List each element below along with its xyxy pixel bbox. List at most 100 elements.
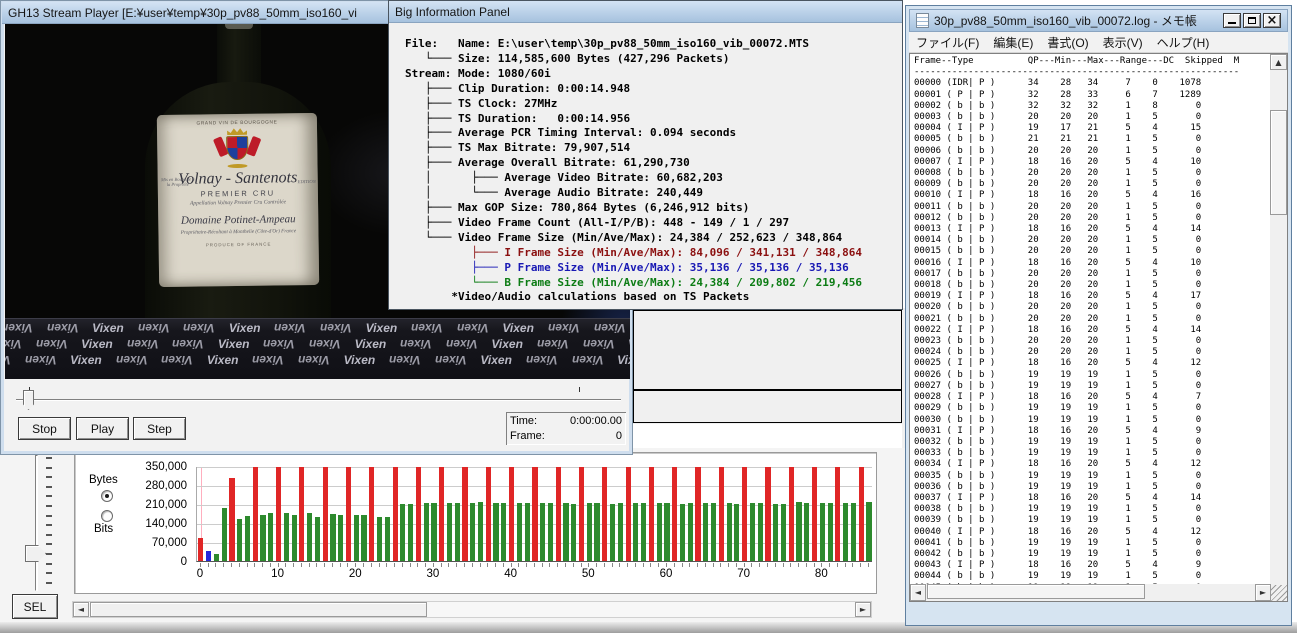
chart-bar bbox=[423, 503, 429, 561]
vertical-zoom-slider-track[interactable] bbox=[35, 455, 38, 591]
axis-tick bbox=[238, 563, 240, 567]
axis-tick bbox=[355, 563, 357, 567]
chart-bar bbox=[314, 516, 320, 561]
info-line: Stream: Mode: 1080/60i bbox=[405, 66, 551, 80]
info-line: File: Name: E:\user\temp\30p_pv88_50mm_i… bbox=[405, 37, 809, 50]
info-line: ├─── TS Duration: 0:00:14.956 bbox=[405, 111, 631, 125]
axis-tick bbox=[487, 563, 489, 567]
vixen-text: Vixen bbox=[365, 321, 398, 335]
chart-bar bbox=[610, 504, 616, 561]
step-button[interactable]: Step bbox=[133, 417, 186, 440]
axis-tick bbox=[650, 563, 652, 567]
menu-format[interactable]: 書式(O) bbox=[1040, 34, 1095, 51]
seek-slider-thumb[interactable] bbox=[23, 390, 34, 410]
axis-tick bbox=[759, 563, 761, 567]
bytes-radio[interactable] bbox=[101, 490, 113, 502]
axis-tick bbox=[370, 563, 372, 567]
y-tick-label: 210,000 bbox=[145, 499, 187, 511]
chart-bar bbox=[571, 504, 577, 561]
chart-bar bbox=[206, 551, 212, 561]
notepad-vertical-scrollbar[interactable]: ▲ ▼ bbox=[1270, 54, 1287, 601]
sel-button[interactable]: SEL bbox=[12, 594, 58, 619]
x-tick-label: 60 bbox=[659, 568, 673, 580]
vixen-text: Vixen bbox=[456, 321, 489, 335]
info-panel-titlebar[interactable]: Big Information Panel bbox=[389, 1, 902, 23]
info-line: ├─── P Frame Size (Min/Ave/Max): 35,136 … bbox=[405, 260, 849, 274]
x-tick-label: 40 bbox=[504, 568, 518, 580]
info-line: └─── Size: 114,585,600 Bytes (427,296 Pa… bbox=[405, 51, 730, 65]
chart-bar bbox=[221, 508, 227, 561]
axis-tick bbox=[844, 563, 846, 567]
notepad-horizontal-scrollbar[interactable]: ◄ ► bbox=[910, 584, 1271, 601]
chart-bar bbox=[291, 514, 297, 561]
info-line: *Video/Audio calculations based on TS Pa… bbox=[405, 290, 750, 304]
gop-info-box-lower bbox=[633, 390, 902, 423]
chart-bar bbox=[338, 514, 344, 561]
vixen-text: Vixen bbox=[252, 353, 285, 367]
vixen-text: Vixen bbox=[491, 337, 523, 351]
chart-bar bbox=[703, 502, 709, 561]
axis-tick bbox=[432, 563, 434, 567]
scroll-right-arrow-icon[interactable]: ► bbox=[855, 602, 871, 617]
chart-bar bbox=[718, 467, 724, 561]
menu-view[interactable]: 表示(V) bbox=[1096, 34, 1150, 51]
vixen-text: Vixen bbox=[81, 337, 113, 351]
chart-bar bbox=[524, 502, 530, 561]
chart-bar bbox=[345, 467, 352, 561]
wine-domaine: Domaine Potinet-Ampeau bbox=[180, 213, 296, 227]
chart-bar bbox=[353, 515, 359, 561]
chart-scrollbar-thumb[interactable] bbox=[90, 602, 427, 617]
axis-tick bbox=[611, 563, 613, 567]
bits-radio[interactable] bbox=[101, 510, 113, 522]
stop-button[interactable]: Stop bbox=[18, 417, 71, 440]
vixen-text: Vixen bbox=[172, 337, 204, 351]
chart-bar bbox=[843, 502, 849, 561]
chart-bar bbox=[547, 503, 554, 561]
info-tree: File: Name: E:\user\temp\30p_pv88_50mm_i… bbox=[389, 23, 902, 305]
chart-horizontal-scrollbar[interactable]: ◄ ► bbox=[72, 601, 872, 618]
np-scroll-left-arrow-icon[interactable]: ◄ bbox=[910, 584, 926, 601]
scroll-up-arrow-icon[interactable]: ▲ bbox=[1270, 54, 1287, 70]
axis-tick bbox=[277, 563, 279, 567]
axis-tick bbox=[634, 563, 636, 567]
axis-tick bbox=[394, 563, 396, 567]
vertical-slider-thumb[interactable] bbox=[25, 545, 46, 562]
close-button[interactable]: × bbox=[1263, 13, 1281, 28]
vixen-text: Vixen bbox=[24, 353, 57, 367]
axis-tick bbox=[269, 563, 271, 567]
scroll-left-arrow-icon[interactable]: ◄ bbox=[73, 602, 89, 617]
notepad-edit-area[interactable]: Frame--Type QP---Min---Max---Range---DC … bbox=[909, 53, 1288, 602]
axis-tick bbox=[766, 563, 768, 567]
log-text[interactable]: Frame--Type QP---Min---Max---Range---DC … bbox=[910, 54, 1268, 584]
vixen-text: Vixen bbox=[582, 337, 615, 351]
label-right-note: EDITION bbox=[297, 178, 316, 185]
minimize-button[interactable] bbox=[1223, 13, 1241, 28]
chart-bar bbox=[275, 467, 282, 561]
chart-bar bbox=[330, 514, 336, 561]
maximize-button[interactable] bbox=[1243, 13, 1261, 28]
chart-bar bbox=[586, 502, 592, 561]
axis-tick bbox=[495, 563, 497, 567]
axis-tick bbox=[673, 563, 675, 567]
chart-bar bbox=[446, 502, 453, 561]
chart-bar bbox=[509, 467, 515, 561]
wine-appellation: Appellation Volnay Premier Cru Contrôlée bbox=[189, 199, 287, 207]
axis-tick bbox=[829, 563, 831, 567]
np-scroll-right-arrow-icon[interactable]: ► bbox=[1255, 584, 1271, 601]
chart-bar bbox=[757, 502, 763, 561]
notepad-hscroll-thumb[interactable] bbox=[927, 584, 1145, 599]
menu-edit[interactable]: 編集(E) bbox=[986, 34, 1040, 51]
play-button[interactable]: Play bbox=[76, 417, 129, 440]
chart-bar bbox=[788, 467, 794, 561]
axis-tick bbox=[580, 563, 582, 567]
chart-bar bbox=[299, 467, 305, 561]
chart-bar bbox=[664, 502, 670, 561]
resize-grip[interactable] bbox=[1271, 585, 1287, 601]
axis-tick bbox=[300, 563, 302, 567]
menu-help[interactable]: ヘルプ(H) bbox=[1150, 34, 1217, 51]
notepad-vscroll-thumb[interactable] bbox=[1270, 110, 1287, 215]
seek-slider-track[interactable] bbox=[16, 399, 621, 401]
menu-file[interactable]: ファイル(F) bbox=[909, 34, 986, 51]
vixen-text: Vixen bbox=[628, 337, 630, 351]
notepad-titlebar[interactable]: 30p_pv88_50mm_iso160_vib_00072.log - メモ帳… bbox=[909, 9, 1288, 32]
